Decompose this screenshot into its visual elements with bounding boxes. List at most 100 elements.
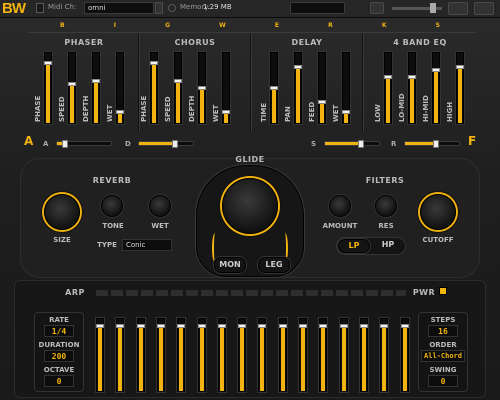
fader-handle[interactable] [384, 75, 392, 79]
arp-step-fader[interactable] [156, 318, 165, 392]
aux-icon[interactable] [474, 2, 494, 15]
fader-handle[interactable] [432, 68, 440, 72]
fader-handle[interactable] [156, 324, 165, 328]
eq-lo-mid-fader[interactable] [408, 52, 416, 124]
eq-morph-slider[interactable] [404, 140, 460, 148]
slider-handle[interactable] [172, 140, 178, 148]
arp-step-fader[interactable] [96, 318, 104, 392]
arp-power-button[interactable] [439, 287, 447, 295]
midi-channel-dropdown-icon[interactable] [155, 2, 163, 14]
arp-step-fader[interactable] [319, 318, 328, 392]
fader-handle[interactable] [339, 324, 348, 328]
midi-channel-select[interactable]: omni [84, 2, 154, 14]
phaser-wet-fader[interactable] [116, 52, 124, 124]
fader-handle[interactable] [238, 324, 247, 328]
swing-value[interactable]: 0 [428, 375, 458, 387]
delay-pan-fader[interactable] [294, 52, 302, 124]
fader-handle[interactable] [150, 61, 158, 65]
fader-handle[interactable] [44, 61, 52, 65]
order-value[interactable]: All-Chord [421, 350, 465, 362]
fader-handle[interactable] [177, 324, 186, 328]
fader-handle[interactable] [217, 324, 226, 328]
fader-handle[interactable] [294, 65, 302, 69]
fader-handle[interactable] [278, 324, 287, 328]
reverb-wet-knob[interactable] [149, 195, 171, 217]
delay-wet-fader[interactable] [342, 52, 350, 124]
slider-handle[interactable] [62, 140, 68, 148]
arp-step-fader[interactable] [380, 318, 389, 392]
eq-hi-mid-fader[interactable] [432, 52, 440, 124]
reverb-type-select[interactable]: Conic [122, 239, 172, 251]
delay-feed-fader[interactable] [318, 52, 326, 124]
phaser-speed-fader[interactable] [68, 52, 76, 124]
filter-cutoff-knob[interactable] [420, 194, 456, 230]
fader-handle[interactable] [68, 82, 76, 86]
chorus-wet-fader[interactable] [222, 52, 230, 124]
arp-step-fader[interactable] [258, 318, 267, 392]
glide-label: GLIDE [235, 155, 265, 164]
fader-handle[interactable] [319, 324, 328, 328]
eq-high-fader[interactable] [456, 52, 464, 124]
fader-handle[interactable] [258, 324, 267, 328]
chorus-depth-fader[interactable] [198, 52, 206, 124]
slider-handle[interactable] [433, 140, 439, 148]
arp-step-fader[interactable] [278, 318, 287, 392]
steps-label: STEPS [430, 316, 456, 324]
rate-value[interactable]: 1/4 [44, 325, 74, 337]
delay-morph-slider[interactable] [324, 140, 380, 148]
mon-button[interactable]: MON [214, 257, 246, 273]
lp-button[interactable]: LP [338, 239, 370, 253]
phaser-morph-slider[interactable] [56, 140, 112, 148]
tune-icon[interactable] [370, 2, 384, 14]
delay-time-fader[interactable] [270, 52, 278, 124]
fader-handle[interactable] [92, 79, 100, 83]
fader-handle[interactable] [222, 110, 230, 114]
fader-handle[interactable] [270, 86, 278, 90]
fader-handle[interactable] [456, 65, 464, 69]
steps-value[interactable]: 16 [428, 325, 458, 337]
glide-knob[interactable] [222, 178, 278, 234]
arp-step-fader[interactable] [400, 318, 409, 392]
arp-step-fader[interactable] [238, 318, 247, 392]
reverb-size-knob[interactable] [44, 194, 80, 230]
fader-handle[interactable] [116, 110, 124, 114]
fader-handle[interactable] [408, 75, 416, 79]
hp-button[interactable]: HP [372, 239, 404, 253]
arp-step-fader[interactable] [136, 318, 145, 392]
arp-step-fader[interactable] [217, 318, 226, 392]
octave-value[interactable]: 0 [44, 375, 74, 387]
arp-step-fader[interactable] [177, 318, 186, 392]
fader-handle[interactable] [359, 324, 368, 328]
fader-handle[interactable] [96, 324, 104, 328]
chorus-morph-slider[interactable] [138, 140, 194, 148]
fader-handle[interactable] [116, 324, 125, 328]
fader-handle[interactable] [400, 324, 409, 328]
arp-step-fader[interactable] [359, 318, 368, 392]
delay-fader-label: PAN [284, 106, 292, 122]
phaser-fader-label: DEPTH [82, 95, 90, 122]
fader-handle[interactable] [197, 324, 206, 328]
fader-handle[interactable] [174, 79, 182, 83]
fader-handle[interactable] [342, 110, 350, 114]
phaser-depth-fader[interactable] [92, 52, 100, 124]
fader-handle[interactable] [380, 324, 389, 328]
duration-value[interactable]: 200 [44, 350, 74, 362]
filter-res-knob[interactable] [375, 195, 397, 217]
arp-step-fader[interactable] [339, 318, 348, 392]
slider-handle[interactable] [358, 140, 364, 148]
volume-slider-handle[interactable] [430, 3, 436, 13]
arp-step-fader[interactable] [299, 318, 307, 392]
reverb-tone-knob[interactable] [101, 195, 123, 217]
eq-low-fader[interactable] [384, 52, 392, 124]
chorus-phase-fader[interactable] [150, 52, 158, 124]
leg-button[interactable]: LEG [258, 257, 290, 273]
fader-handle[interactable] [136, 324, 145, 328]
fader-handle[interactable] [198, 86, 206, 90]
fader-handle[interactable] [299, 324, 307, 328]
filter-amount-knob[interactable] [329, 195, 351, 217]
phaser-phase-fader[interactable] [44, 52, 52, 124]
fader-handle[interactable] [318, 100, 326, 104]
arp-step-fader[interactable] [197, 318, 206, 392]
arp-step-fader[interactable] [116, 318, 125, 392]
chorus-speed-fader[interactable] [174, 52, 182, 124]
